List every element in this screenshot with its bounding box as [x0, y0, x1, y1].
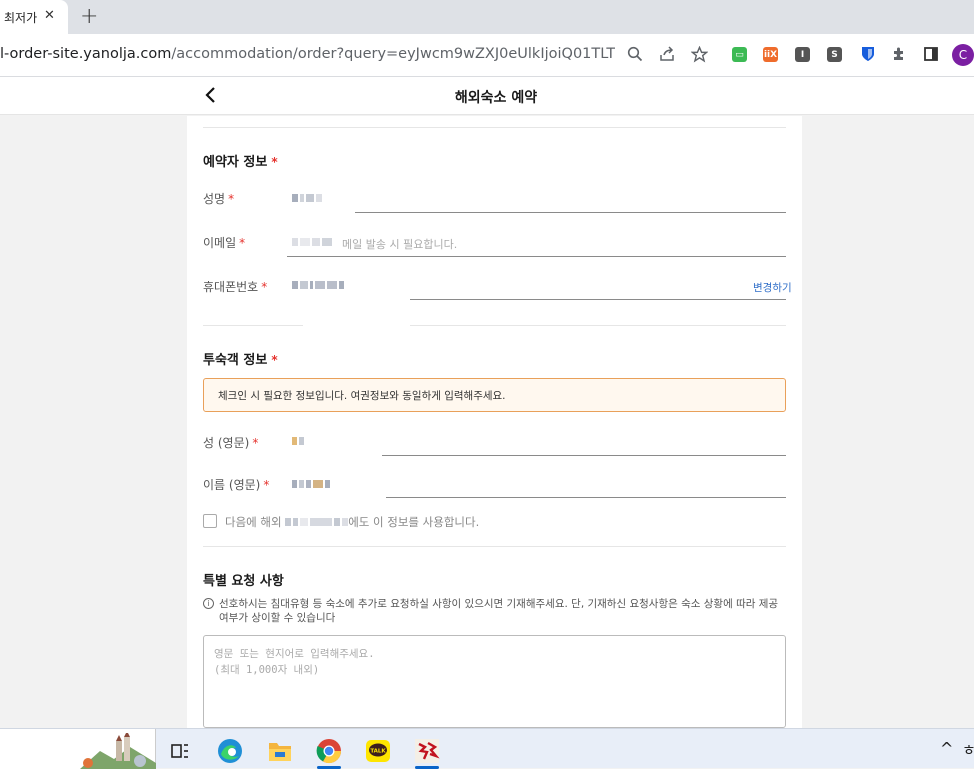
- info-icon: i: [203, 598, 214, 609]
- divider: [203, 546, 786, 547]
- edge-icon[interactable]: [210, 733, 250, 769]
- tab-close-icon[interactable]: ✕: [44, 8, 55, 23]
- game-icon[interactable]: [407, 733, 447, 769]
- page-title: 해외숙소 예약: [454, 90, 538, 106]
- name-field[interactable]: [355, 212, 786, 213]
- page-header: 해외숙소 예약: [0, 77, 974, 115]
- booker-section-title: 예약자 정보 *: [203, 155, 278, 170]
- last-name-value-redacted: [292, 436, 304, 446]
- bookmark-star-icon[interactable]: [688, 43, 710, 65]
- task-view-icon[interactable]: [160, 733, 200, 769]
- special-request-placeholder: 영문 또는 현지어로 입력해주세요. (최대 1,000자 내외): [214, 648, 375, 676]
- first-name-label: 이름 (영문) *: [203, 478, 270, 492]
- last-name-label: 성 (영문) *: [203, 436, 259, 450]
- extension-green-icon[interactable]: ▭: [732, 47, 747, 62]
- phone-field: [410, 299, 786, 300]
- reuse-info-label[interactable]: 다음에 해외 에도 이 정보를 사용합니다.: [225, 514, 479, 530]
- tab-title: 최저가: [4, 11, 38, 25]
- name-value-redacted: [292, 193, 322, 203]
- email-value-redacted: [292, 237, 332, 247]
- email-label: 이메일 *: [203, 236, 246, 250]
- divider: [410, 325, 786, 326]
- bitwarden-icon[interactable]: [857, 43, 879, 65]
- email-hint: 메일 발송 시 필요합니다.: [342, 238, 458, 251]
- phone-value-redacted: [292, 280, 344, 290]
- change-phone-link[interactable]: 변경하기: [753, 280, 792, 295]
- file-explorer-icon[interactable]: [260, 733, 300, 769]
- email-field[interactable]: [287, 256, 786, 257]
- browser-toolbar: l-order-site.yanolja.com/accommodation/o…: [0, 34, 974, 77]
- castle-illustration-icon: [80, 733, 156, 769]
- windows-taskbar: TALK ^ ㅎ: [0, 728, 974, 769]
- url-path: /accommodation/order?query=eyJwcm9wZXJ0e…: [171, 46, 615, 62]
- phone-label: 휴대폰번호 *: [203, 280, 268, 294]
- kakaotalk-icon[interactable]: TALK: [358, 733, 398, 769]
- extension-s-icon[interactable]: S: [827, 47, 842, 62]
- special-request-title: 특별 요청 사항: [203, 574, 284, 589]
- extension-i-icon[interactable]: I: [795, 47, 810, 62]
- guest-section-title: 투숙객 정보 *: [203, 353, 278, 368]
- special-request-info: 선호하시는 침대유형 등 숙소에 추가로 요청하실 사항이 있으시면 기재해주세…: [219, 598, 779, 624]
- svg-text:TALK: TALK: [370, 749, 386, 755]
- first-name-value-redacted: [292, 479, 330, 489]
- share-icon[interactable]: [656, 43, 678, 65]
- first-name-field[interactable]: [386, 497, 786, 498]
- new-tab-button[interactable]: +: [80, 4, 98, 29]
- last-name-field[interactable]: [382, 455, 786, 456]
- url-host: l-order-site.yanolja.com: [0, 46, 172, 62]
- name-label: 성명 *: [203, 192, 235, 206]
- tray-overflow-chevron-icon[interactable]: ^: [940, 739, 953, 758]
- taskbar-search-box[interactable]: [0, 729, 156, 769]
- extension-orange-icon[interactable]: iiX: [763, 47, 778, 62]
- zoom-icon[interactable]: [624, 43, 646, 65]
- browser-tab-strip: 최저가 ✕ +: [0, 0, 974, 34]
- passport-notice: 체크인 시 필요한 정보입니다. 여권정보와 동일하게 입력해주세요.: [203, 378, 786, 412]
- chrome-icon[interactable]: [309, 733, 349, 769]
- input-language-indicator[interactable]: ㅎ: [962, 739, 974, 760]
- divider: [203, 127, 786, 128]
- reuse-info-checkbox[interactable]: [203, 514, 217, 528]
- side-panel-icon[interactable]: [920, 43, 942, 65]
- divider: [203, 325, 303, 326]
- profile-avatar[interactable]: C: [952, 44, 974, 66]
- address-bar[interactable]: l-order-site.yanolja.com/accommodation/o…: [0, 46, 615, 62]
- extensions-puzzle-icon[interactable]: [888, 43, 910, 65]
- browser-tab[interactable]: 최저가 ✕: [0, 0, 68, 34]
